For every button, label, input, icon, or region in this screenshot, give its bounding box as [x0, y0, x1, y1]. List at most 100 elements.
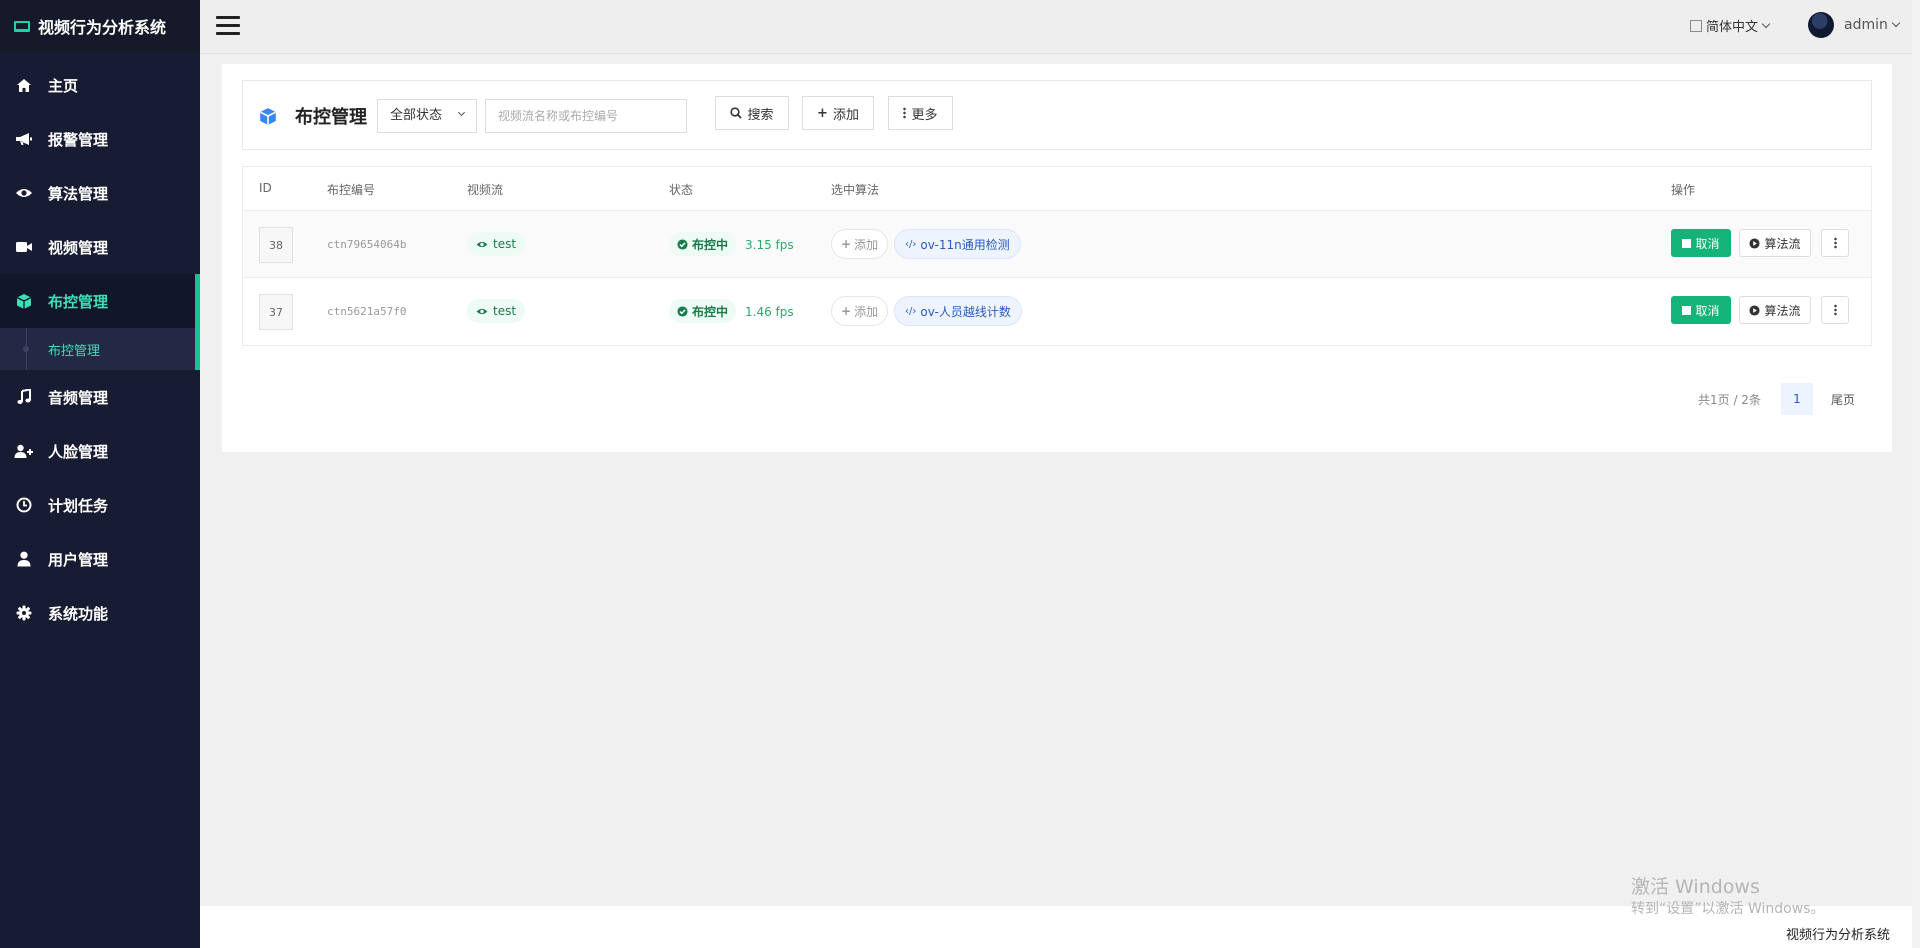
column-header-algorithm: 选中算法 — [831, 183, 880, 197]
language-selector[interactable]: 简体中文 — [1690, 16, 1771, 35]
megaphone-icon — [14, 129, 34, 149]
sidebar-item-faces[interactable]: 人脸管理 — [0, 424, 200, 478]
chevron-down-icon — [1891, 18, 1901, 28]
music-note-icon — [14, 387, 34, 407]
algorithm-name: ov-人员越线计数 — [920, 304, 1011, 319]
vertical-dots-icon — [1833, 237, 1837, 249]
sidebar-item-users[interactable]: 用户管理 — [0, 532, 200, 586]
status-text: 布控中 — [692, 304, 729, 319]
algorithm-chip[interactable]: ‹/› ov-11n通用检测 — [894, 229, 1021, 259]
eye-icon — [476, 308, 488, 314]
stream-badge[interactable]: test — [467, 232, 526, 256]
cancel-label: 取消 — [1695, 236, 1720, 251]
add-algorithm-button[interactable]: + 添加 — [831, 229, 889, 259]
add-algorithm-label: 添加 — [854, 237, 879, 252]
sidebar-item-label: 算法管理 — [48, 184, 109, 203]
user-plus-icon — [14, 441, 34, 461]
user-menu[interactable]: admin — [1808, 12, 1901, 38]
plus-icon: + — [841, 304, 852, 318]
status-select[interactable]: 全部状态 — [377, 99, 477, 133]
algorithm-flow-label: 算法流 — [1764, 236, 1801, 251]
sidebar-item-videos[interactable]: 视频管理 — [0, 220, 200, 274]
table-row: 38 ctn79654064b test 布控中 3.15 fps + 添加 ‹… — [243, 211, 1871, 278]
sidebar-item-audio[interactable]: 音频管理 — [0, 370, 200, 424]
stop-icon — [1682, 305, 1692, 315]
vertical-dots-icon — [903, 107, 907, 119]
app-title: 视频行为分析系统 — [38, 18, 167, 37]
sidebar-item-algorithms[interactable]: 算法管理 — [0, 166, 200, 220]
code-icon: ‹/› — [905, 305, 917, 317]
algorithm-flow-label: 算法流 — [1764, 303, 1801, 318]
sidebar-item-label: 用户管理 — [48, 550, 109, 569]
toolbar: 布控管理 全部状态 搜索 + 添加 更多 — [242, 80, 1872, 150]
row-id: 38 — [259, 227, 293, 263]
chevron-down-icon — [1761, 19, 1771, 28]
clock-icon — [14, 495, 34, 515]
vertical-dots-icon — [1833, 304, 1837, 316]
stream-name: test — [493, 237, 517, 251]
fps-value: 1.46 fps — [745, 305, 794, 319]
column-header-id: ID — [259, 181, 272, 195]
language-label: 简体中文 — [1706, 20, 1759, 35]
column-header-actions: 操作 — [1671, 183, 1696, 197]
gear-icon — [14, 603, 34, 623]
page-number-button[interactable]: 1 — [1780, 383, 1813, 415]
row-more-button[interactable] — [1821, 229, 1849, 257]
sidebar-subitem-deployment[interactable]: 布控管理 — [0, 328, 200, 370]
windows-activation-hint: 转到“设置”以激活 Windows。 — [1631, 901, 1825, 917]
status-text: 布控中 — [692, 237, 729, 252]
table-row: 37 ctn5621a57f0 test 布控中 1.46 fps + 添加 ‹… — [243, 278, 1871, 345]
menu-toggle-icon[interactable] — [216, 16, 240, 36]
home-icon — [14, 75, 34, 95]
search-input[interactable] — [485, 99, 687, 133]
sidebar-item-home[interactable]: 主页 — [0, 58, 200, 112]
add-button-label: 添加 — [832, 107, 859, 123]
username: admin — [1844, 17, 1888, 33]
column-header-status: 状态 — [669, 183, 694, 197]
more-button-label: 更多 — [911, 107, 938, 123]
add-button[interactable]: + 添加 — [802, 96, 874, 130]
algorithm-flow-button[interactable]: 算法流 — [1739, 229, 1811, 257]
app-brand[interactable]: 视频行为分析系统 — [0, 0, 200, 52]
row-more-button[interactable] — [1821, 296, 1849, 324]
sidebar-item-label: 人脸管理 — [48, 442, 109, 461]
stream-name: test — [493, 304, 517, 318]
fps-value: 3.15 fps — [745, 238, 794, 252]
search-button-label: 搜索 — [747, 107, 774, 123]
stream-badge[interactable]: test — [467, 299, 526, 323]
column-header-stream: 视频流 — [467, 183, 504, 197]
search-button[interactable]: 搜索 — [715, 96, 789, 130]
search-icon — [730, 107, 743, 119]
last-page-link[interactable]: 尾页 — [1831, 391, 1855, 408]
table-header: ID 布控编号 视频流 状态 选中算法 操作 — [243, 167, 1871, 211]
main-content: 布控管理 全部状态 搜索 + 添加 更多 ID 布控编号 视频流 状态 选中算法… — [222, 64, 1892, 452]
more-button[interactable]: 更多 — [888, 96, 953, 130]
windows-activation-watermark: 激活 Windows — [1631, 876, 1760, 898]
video-camera-icon — [14, 237, 34, 257]
top-bar: 简体中文 admin — [200, 0, 1920, 54]
cancel-button[interactable]: 取消 — [1671, 296, 1731, 324]
algorithm-chip[interactable]: ‹/› ov-人员越线计数 — [894, 296, 1022, 326]
check-circle-icon — [677, 238, 688, 250]
sidebar-item-label: 主页 — [48, 76, 79, 95]
cancel-button[interactable]: 取消 — [1671, 229, 1731, 257]
footer-text: 视频行为分析系统 — [1785, 928, 1890, 943]
deployment-code: ctn79654064b — [327, 238, 407, 251]
add-algorithm-button[interactable]: + 添加 — [831, 296, 889, 326]
play-circle-icon — [1749, 304, 1761, 316]
sidebar-item-system[interactable]: 系统功能 — [0, 586, 200, 640]
sidebar-item-label: 计划任务 — [48, 496, 109, 515]
vertical-scrollbar[interactable] — [1912, 0, 1920, 948]
stop-icon — [1682, 238, 1692, 248]
sidebar-item-schedule[interactable]: 计划任务 — [0, 478, 200, 532]
sidebar-item-deployment[interactable]: 布控管理 — [0, 274, 200, 328]
sidebar-item-label: 布控管理 — [48, 292, 109, 311]
algorithm-flow-button[interactable]: 算法流 — [1739, 296, 1811, 324]
page-title: 布控管理 — [295, 107, 367, 128]
cube-icon — [14, 291, 34, 311]
algorithm-name: ov-11n通用检测 — [920, 237, 1010, 252]
sidebar-item-label: 系统功能 — [48, 604, 109, 623]
sidebar-item-alarms[interactable]: 报警管理 — [0, 112, 200, 166]
status-badge: 布控中 — [669, 232, 737, 256]
code-icon: ‹/› — [905, 238, 917, 250]
